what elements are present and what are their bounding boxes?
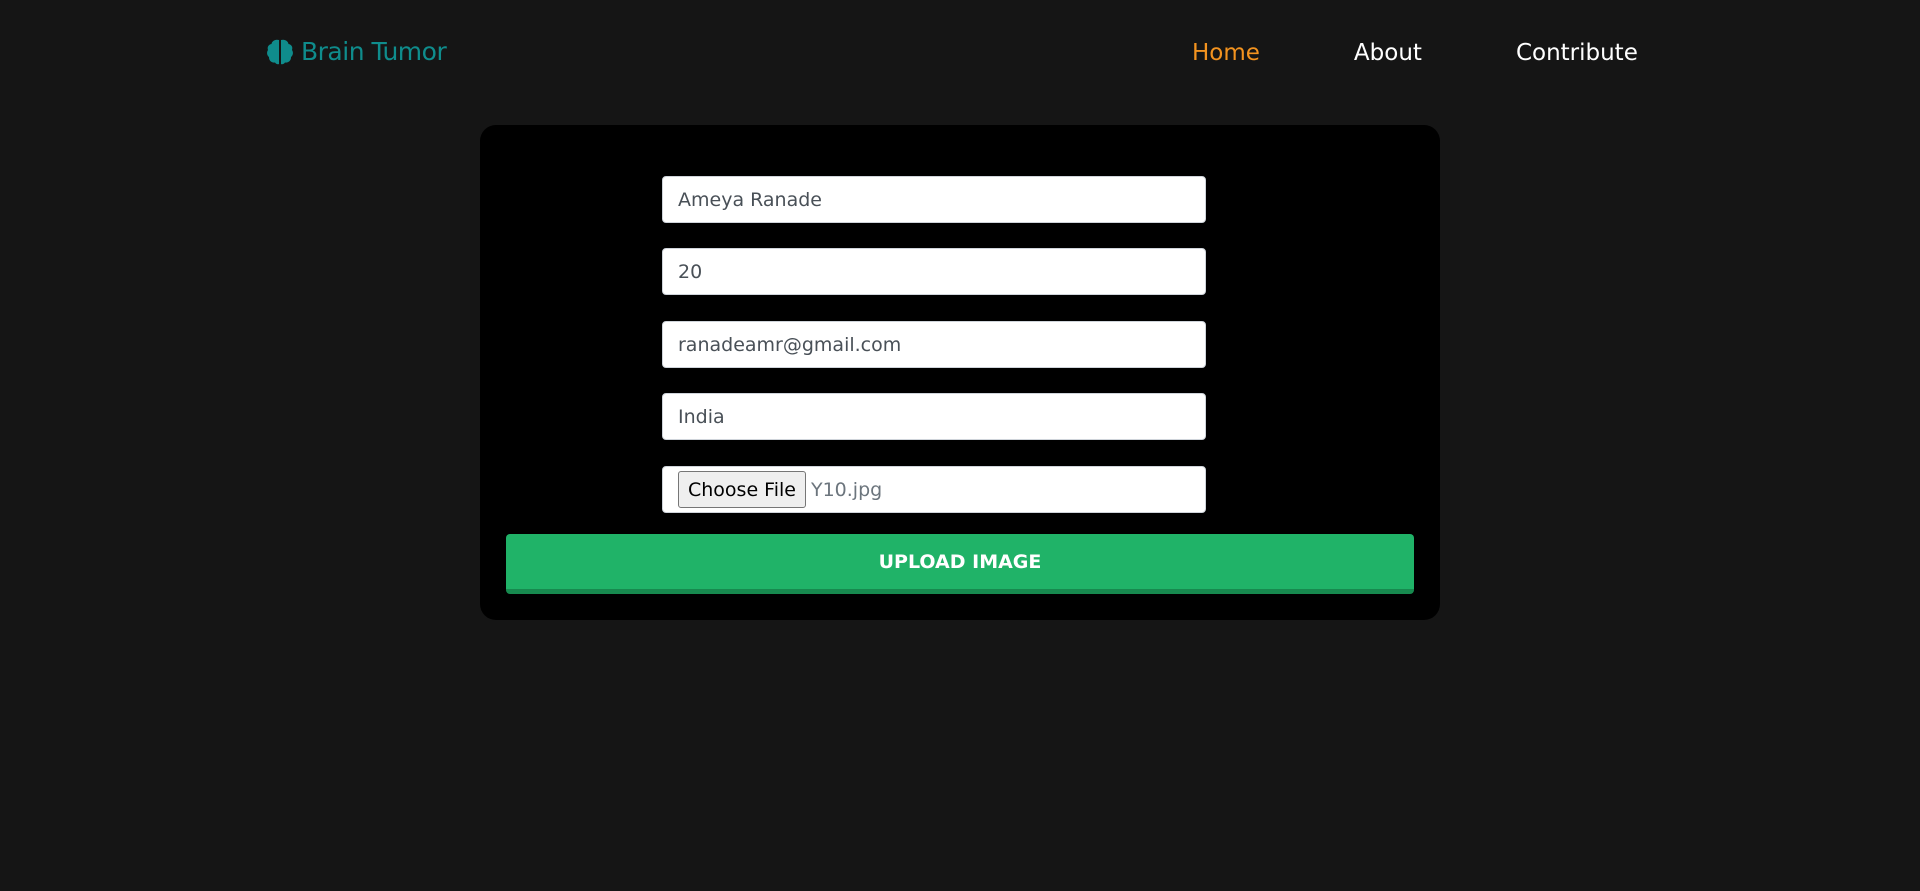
- country-input-value: India: [678, 405, 725, 428]
- brand-logo[interactable]: Brain Tumor: [265, 36, 447, 68]
- selected-file-name: Y10.jpg: [810, 478, 883, 501]
- age-input[interactable]: 20: [662, 248, 1206, 295]
- nav-link-about[interactable]: About: [1354, 38, 1422, 68]
- country-input[interactable]: India: [662, 393, 1206, 440]
- name-input[interactable]: Ameya Ranade: [662, 176, 1206, 223]
- upload-form-card: Ameya Ranade 20 ranadeamr@gmail.com Indi…: [480, 125, 1440, 620]
- brand-name: Brain Tumor: [301, 37, 447, 66]
- upload-image-button[interactable]: UPLOAD IMAGE: [506, 534, 1414, 594]
- nav-link-contribute[interactable]: Contribute: [1516, 38, 1638, 68]
- choose-file-button[interactable]: Choose File: [678, 471, 806, 508]
- age-input-value: 20: [678, 260, 703, 283]
- nav-links: Home About Contribute: [1192, 38, 1638, 68]
- file-input: Choose File Y10.jpg: [662, 466, 1206, 513]
- email-input-value: ranadeamr@gmail.com: [678, 333, 902, 356]
- brain-icon: [265, 37, 295, 67]
- top-navbar: Brain Tumor Home About Contribute: [0, 0, 1920, 106]
- nav-link-home[interactable]: Home: [1192, 38, 1260, 68]
- name-input-value: Ameya Ranade: [678, 188, 822, 211]
- email-input[interactable]: ranadeamr@gmail.com: [662, 321, 1206, 368]
